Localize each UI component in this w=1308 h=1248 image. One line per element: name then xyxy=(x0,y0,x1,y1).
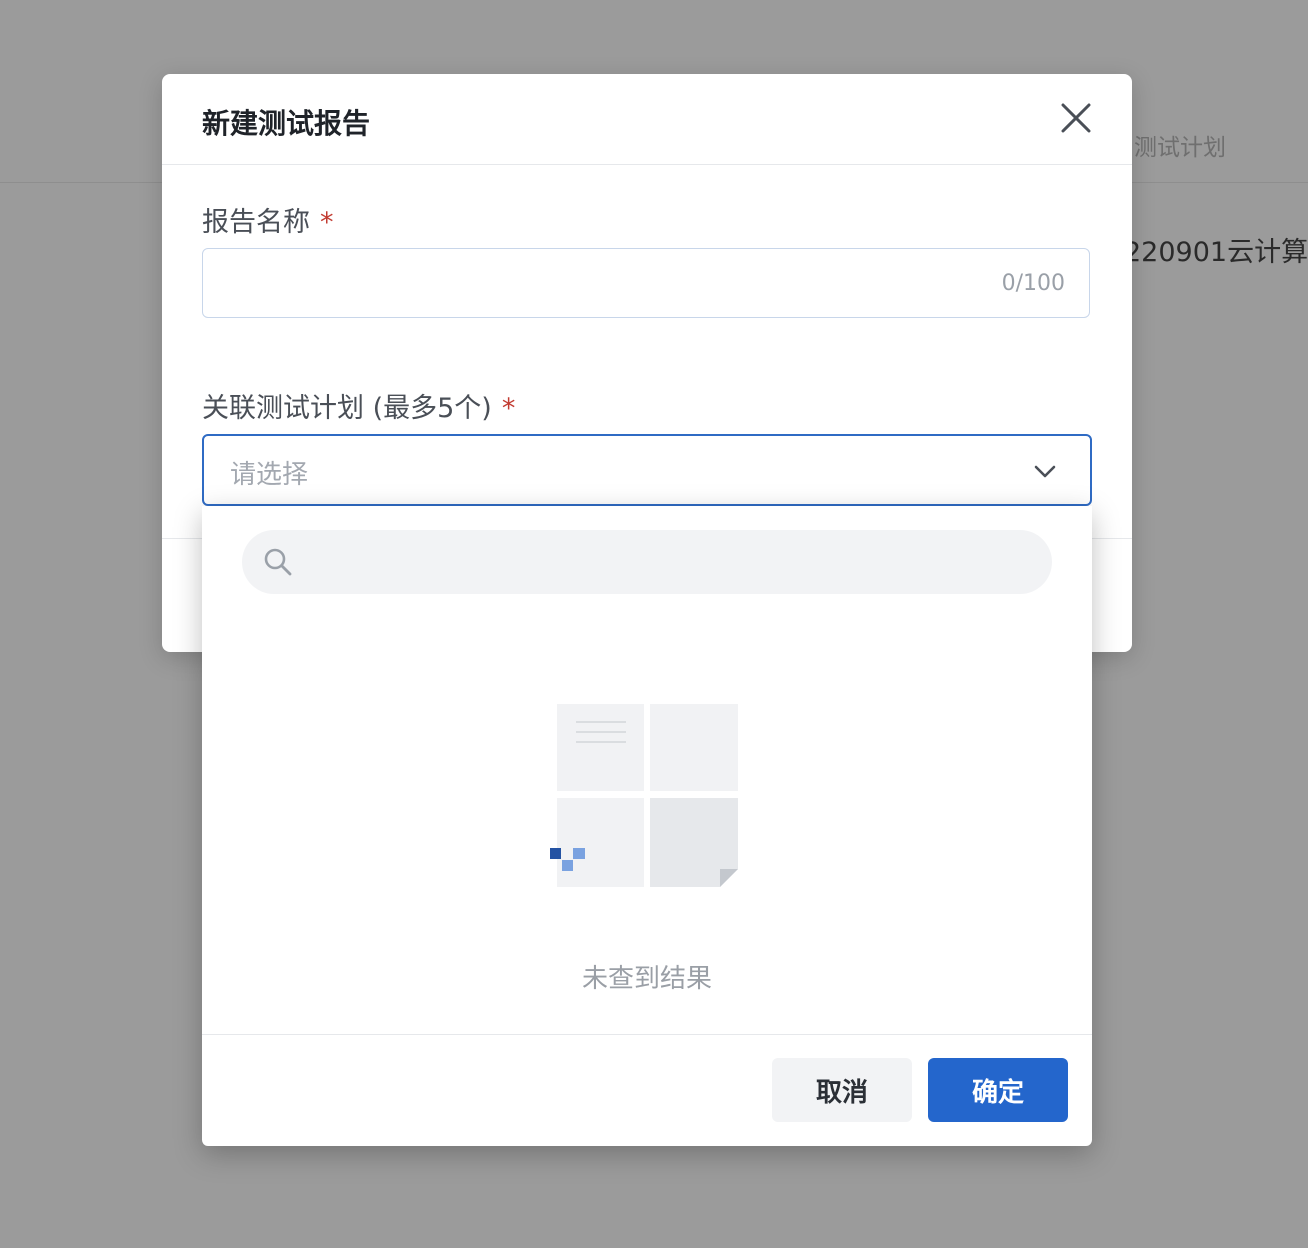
select-placeholder: 请选择 xyxy=(230,460,309,490)
cancel-button[interactable]: 取消 xyxy=(772,1058,912,1122)
dropdown-footer-divider xyxy=(202,1034,1092,1035)
char-counter: 0/100 xyxy=(1001,271,1065,296)
report-name-input[interactable]: 0/100 xyxy=(202,248,1090,318)
linked-plans-label: 关联测试计划 (最多5个) * xyxy=(202,386,515,425)
empty-state-illustration-icon xyxy=(550,704,738,887)
dialog-header: 新建测试报告 xyxy=(162,74,1132,165)
required-mark: * xyxy=(501,393,516,424)
linked-plans-label-text: 关联测试计划 (最多5个) xyxy=(202,393,492,424)
dropdown-search[interactable] xyxy=(242,530,1052,594)
empty-state-text: 未查到结果 xyxy=(581,964,712,994)
background-row-text: 220901云计算 xyxy=(1124,237,1308,268)
close-icon xyxy=(1061,103,1091,133)
background-tab-test-plan: 测试计划 xyxy=(1134,135,1226,161)
linked-plans-select[interactable]: 请选择 xyxy=(202,434,1092,506)
report-name-label: 报告名称 * xyxy=(202,200,334,239)
dialog-title: 新建测试报告 xyxy=(202,107,371,140)
required-mark: * xyxy=(320,207,334,238)
confirm-button[interactable]: 确定 xyxy=(928,1058,1068,1122)
report-name-label-text: 报告名称 xyxy=(202,207,310,238)
close-button[interactable] xyxy=(1058,100,1094,136)
dropdown-search-input[interactable] xyxy=(306,542,1030,584)
chevron-down-icon xyxy=(1034,465,1056,478)
search-icon xyxy=(264,548,292,576)
plan-select-dropdown: 未查到结果 取消 确定 xyxy=(202,506,1092,1146)
